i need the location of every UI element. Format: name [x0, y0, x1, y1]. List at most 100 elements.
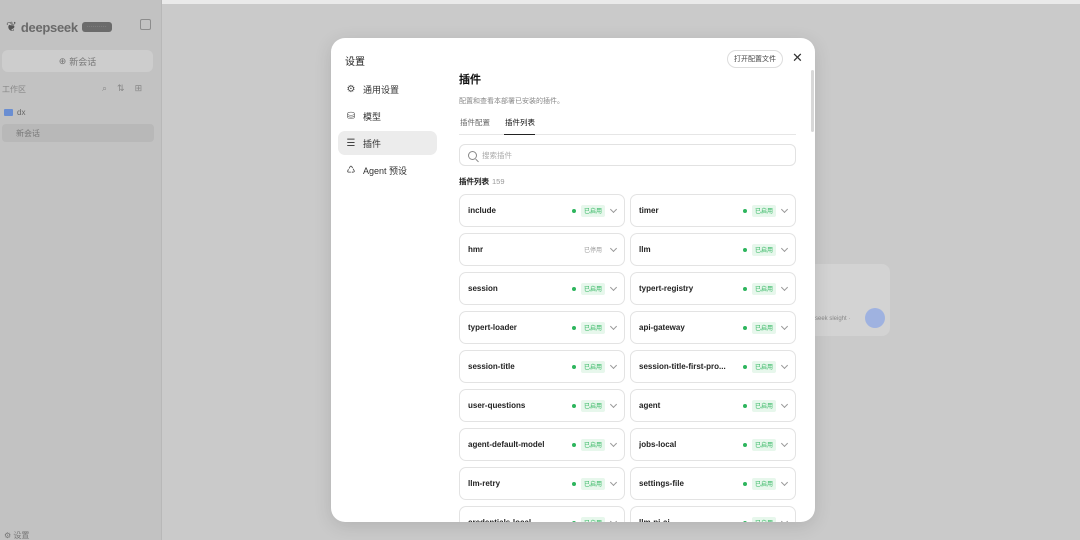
plugin-card[interactable]: agent-default-model 已启用 — [459, 428, 625, 461]
chevron-down-icon[interactable] — [780, 439, 789, 447]
plugin-card[interactable]: session-title-first-pro... 已启用 — [630, 350, 796, 383]
chevron-down-icon[interactable] — [609, 322, 618, 330]
top-strip — [162, 0, 1080, 4]
chevron-down-icon[interactable] — [609, 244, 618, 252]
plugin-tabs: 插件配置 插件列表 — [459, 117, 796, 135]
chevron-down-icon[interactable] — [609, 361, 618, 369]
filter-icon[interactable]: ⇅ — [117, 83, 125, 94]
chevron-down-icon[interactable] — [780, 322, 789, 330]
plugin-card[interactable]: llm-pi-ai 已启用 — [630, 506, 796, 522]
plugin-card[interactable]: session 已启用 — [459, 272, 625, 305]
scrollbar-thumb[interactable] — [811, 70, 814, 132]
status-badge: 已启用 — [751, 360, 776, 373]
plugin-card[interactable]: user-questions 已启用 — [459, 389, 625, 422]
status-dot-icon — [571, 364, 576, 369]
status-dot-icon — [742, 481, 747, 486]
nav-item-models[interactable]: ⛁ 模型 — [338, 104, 437, 128]
plugin-card[interactable]: agent 已启用 — [630, 389, 796, 422]
status-badge: 已启用 — [751, 438, 776, 451]
chevron-down-icon[interactable] — [609, 439, 618, 447]
plugin-status: 已启用 — [571, 282, 605, 295]
chevron-down-icon[interactable] — [780, 400, 789, 408]
status-dot-icon — [742, 442, 747, 447]
chevron-down-icon[interactable] — [780, 361, 789, 369]
status-badge: 已启用 — [751, 243, 776, 256]
chevron-down-icon[interactable] — [609, 517, 618, 522]
status-badge: 已启用 — [580, 399, 605, 412]
plugin-name: user-questions — [468, 401, 526, 410]
chevron-down-icon[interactable] — [780, 517, 789, 522]
nav-label: 插件 — [363, 138, 382, 149]
plugin-grid: include 已启用 timer 已启用 hmr 已停用 llm 已启用 session 已启用… — [459, 194, 796, 522]
sidebar-settings[interactable]: ⚙ 设置 — [4, 530, 29, 540]
status-dot-icon — [571, 208, 576, 213]
plugin-status: 已启用 — [742, 399, 776, 412]
modal-title: 设置 — [345, 57, 365, 68]
plugin-card[interactable]: session-title 已启用 — [459, 350, 625, 383]
nav-item-plugins[interactable]: ☰ 插件 — [338, 131, 437, 155]
plugin-name: llm — [639, 245, 651, 254]
plugin-search-input[interactable] — [482, 150, 782, 160]
nav-label: 模型 — [363, 111, 382, 122]
plugin-card[interactable]: api-gateway 已启用 — [630, 311, 796, 344]
plugin-card[interactable]: typert-loader 已启用 — [459, 311, 625, 344]
status-dot-icon — [742, 208, 747, 213]
chevron-down-icon[interactable] — [780, 283, 789, 291]
plugin-card[interactable]: timer 已启用 — [630, 194, 796, 227]
logo-text: deepseek — [20, 19, 78, 35]
tab-plugin-config[interactable]: 插件配置 — [459, 117, 490, 134]
close-icon[interactable]: ✕ — [792, 51, 803, 64]
plugin-name: api-gateway — [639, 323, 685, 332]
plugin-status: 已启用 — [742, 477, 776, 490]
chevron-down-icon[interactable] — [609, 400, 618, 408]
chevron-down-icon[interactable] — [780, 205, 789, 213]
project-name: dx — [17, 108, 26, 117]
plugin-status: 已启用 — [571, 516, 605, 522]
plugin-count: 159 — [492, 177, 505, 186]
plugin-status: 已启用 — [571, 399, 605, 412]
plugin-card[interactable]: include 已启用 — [459, 194, 625, 227]
app-sidebar: ❦ deepseek ·········· ⊕ 新会话 工作区 ⌕ ⇅ ⊞ dx… — [0, 0, 162, 540]
panel-description: 配置和查看本部署已安装的插件。 — [459, 98, 564, 105]
new-chat-label: 新会话 — [69, 56, 97, 67]
chevron-down-icon[interactable] — [780, 478, 789, 486]
chevron-down-icon[interactable] — [609, 205, 618, 213]
plugin-card[interactable]: typert-registry 已启用 — [630, 272, 796, 305]
plugin-status: 已启用 — [571, 204, 605, 217]
open-config-file-button[interactable]: 打开配置文件 — [727, 50, 783, 68]
tab-plugin-list[interactable]: 插件列表 — [504, 117, 535, 135]
status-badge: 已启用 — [751, 399, 776, 412]
chevron-down-icon[interactable] — [780, 244, 789, 252]
status-badge: 已启用 — [580, 477, 605, 490]
status-badge: 已启用 — [580, 321, 605, 334]
plugin-name: typert-loader — [468, 323, 517, 332]
plugin-card[interactable]: hmr 已停用 — [459, 233, 625, 266]
nav-item-general[interactable]: ⚙ 通用设置 — [338, 77, 437, 101]
settings-label: 设置 — [13, 531, 30, 540]
plugin-card[interactable]: llm 已启用 — [630, 233, 796, 266]
new-chat-button[interactable]: ⊕ 新会话 — [2, 50, 153, 72]
nav-item-agent-presets[interactable]: ♺ Agent 预设 — [338, 158, 437, 182]
plugin-card[interactable]: credentials-local 已启用 — [459, 506, 625, 522]
plugin-search — [459, 144, 796, 166]
database-icon: ⛁ — [346, 110, 356, 122]
plugin-card[interactable]: llm-retry 已启用 — [459, 467, 625, 500]
plugin-status: 已启用 — [742, 438, 776, 451]
sidebar-item-project[interactable]: dx — [4, 108, 25, 117]
sidebar-item-session[interactable]: 新会话 — [2, 124, 154, 142]
status-badge: 已启用 — [751, 204, 776, 217]
status-dot-icon — [571, 325, 576, 330]
composer-model-label: seek sleight · — [815, 316, 851, 322]
chevron-down-icon[interactable] — [609, 478, 618, 486]
chevron-down-icon[interactable] — [609, 283, 618, 291]
send-button[interactable] — [865, 308, 885, 328]
sidebar-collapse-icon[interactable] — [140, 19, 151, 30]
recycle-icon: ♺ — [346, 164, 356, 176]
plugin-name: session-title-first-pro... — [639, 362, 726, 371]
plugin-card[interactable]: jobs-local 已启用 — [630, 428, 796, 461]
panel-title: 插件 — [459, 74, 481, 86]
add-folder-icon[interactable]: ⊞ — [135, 83, 143, 94]
status-badge: 已启用 — [751, 282, 776, 295]
plugin-card[interactable]: settings-file 已启用 — [630, 467, 796, 500]
search-icon[interactable]: ⌕ — [102, 83, 107, 94]
